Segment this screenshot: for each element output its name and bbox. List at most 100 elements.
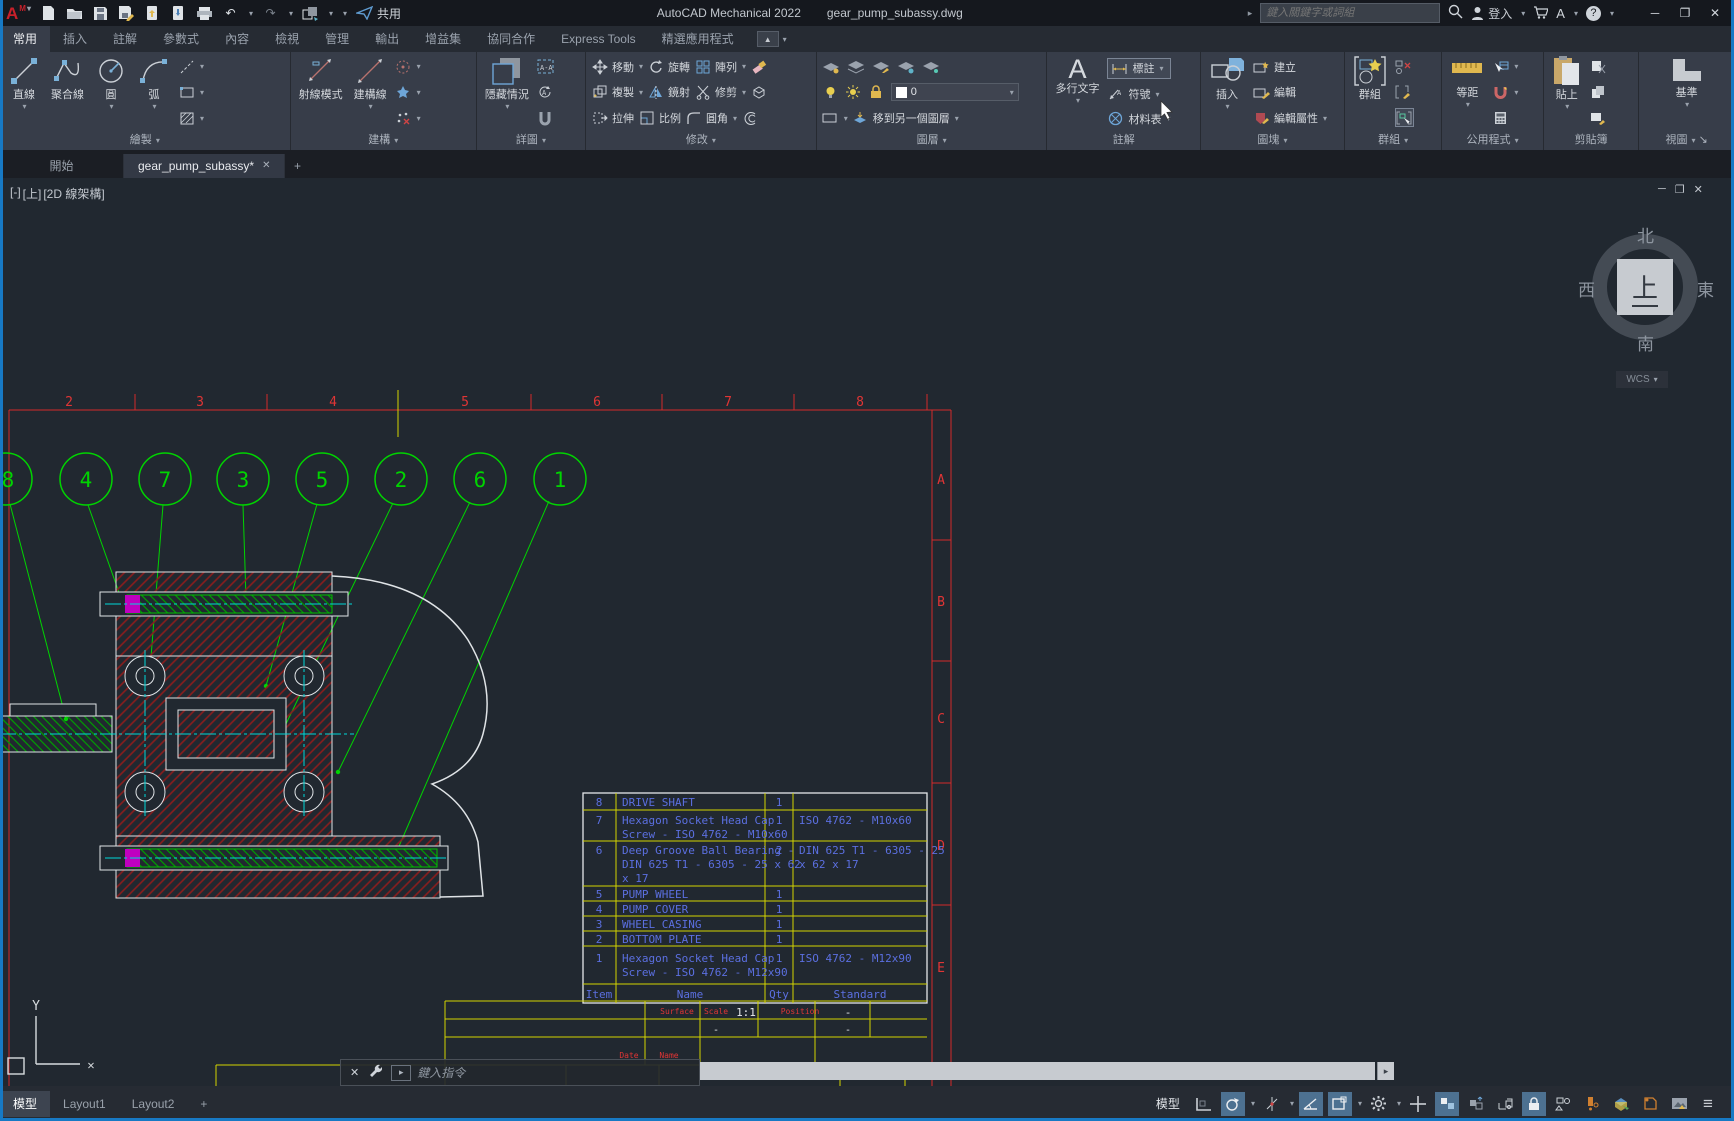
ribbon-tab-output[interactable]: 輸出 [362,26,412,52]
scale-button[interactable]: 比例 [638,110,681,127]
app-store-button[interactable] [1533,5,1548,22]
section-view-button[interactable]: A-A [537,58,554,75]
layer-freeze-button[interactable] [897,58,914,75]
layer-lock-icon[interactable] [868,84,885,101]
rectangle-button[interactable]: ▾ [178,84,204,101]
redo-caret-icon[interactable]: ▾ [289,9,293,18]
edit-attributes-button[interactable]: 編輯屬性▾ [1253,110,1327,127]
layer-isolate-button[interactable] [822,110,839,127]
viewcube-top-face[interactable]: 上 [1617,259,1673,315]
annotation-scale-button[interactable] [1464,1092,1488,1116]
save-button[interactable] [92,5,109,22]
horizontal-scrollbar-thumb[interactable] [700,1062,1375,1080]
move-to-layer-button[interactable]: 移到另一個圖層 [873,110,950,126]
layout2-tab[interactable]: Layout2 [119,1091,188,1117]
hide-situation-button[interactable]: 隱藏情況▾ [482,54,532,131]
viewcube-north[interactable]: 北 [1637,222,1654,247]
autodesk-app-button[interactable]: A [1556,6,1565,21]
detail-clip-button[interactable] [537,110,554,127]
wcs-dropdown[interactable]: WCS▾ [1616,371,1668,388]
array-button[interactable]: 陣列▾ [694,58,746,75]
gear-caret-icon[interactable]: ▾ [1397,1099,1401,1108]
share-button[interactable]: 共用 [356,5,401,22]
splash-construction-button[interactable]: ▾ [395,84,421,101]
lock-ui-button[interactable] [1522,1092,1546,1116]
layer-state-button[interactable] [847,58,864,75]
ribbon-tab-annotate[interactable]: 註解 [100,26,150,52]
graphics-performance-button[interactable] [1609,1092,1633,1116]
panel-label-construct[interactable]: 建構 ▾ [291,133,476,150]
cut-button[interactable] [1590,58,1607,75]
viewport-style-button[interactable]: [2D 線架構] [43,185,104,202]
panel-label-groups[interactable]: 群組 ▾ [1345,133,1442,150]
hardware-accel-button[interactable] [1435,1092,1459,1116]
qat-more-button[interactable]: ▾ [343,9,347,18]
viewcube-west[interactable]: 西 [1578,276,1595,301]
ribbon-tab-home[interactable]: 常用 [0,26,50,52]
snap-mode-button[interactable] [1221,1092,1245,1116]
group-button[interactable]: 群組 [1350,54,1390,131]
annotation-monitor-button[interactable] [1580,1092,1604,1116]
polar-caret-icon[interactable]: ▾ [1290,1099,1294,1108]
panel-label-modify[interactable]: 修改 ▾ [586,133,816,150]
viewport-controls[interactable]: [-] [上] [2D 線架構] [10,185,105,202]
undo-button[interactable]: ↶ [222,5,239,22]
snap-caret-icon[interactable]: ▾ [1251,1099,1255,1108]
save-to-web-button[interactable] [170,5,187,22]
layer-properties-button[interactable] [822,58,839,75]
panel-label-layers[interactable]: 圖層 ▾ [817,133,1047,150]
plot-button[interactable] [196,5,213,22]
layout1-tab[interactable]: Layout1 [50,1091,119,1117]
construction-line-mode-button[interactable]: 建構線▾ [351,54,390,131]
grid-display-button[interactable] [1192,1092,1216,1116]
layer-thaw-sun-icon[interactable] [845,84,862,101]
isolate-objects-button[interactable] [1551,1092,1575,1116]
ribbon-tab-parametric[interactable]: 參數式 [150,26,212,52]
viewcube-south[interactable]: 南 [1637,330,1654,355]
panel-label-block[interactable]: 圖塊 ▾ [1201,133,1344,150]
workspace-switch-button[interactable] [302,5,319,22]
ribbon-tab-content[interactable]: 內容 [212,26,262,52]
doc-minimize-button[interactable]: ─ [1658,183,1666,196]
open-from-web-button[interactable] [144,5,161,22]
layer-on-bulb-icon[interactable] [822,84,839,101]
panel-label-annotate[interactable]: 註解 [1047,133,1200,150]
base-view-button[interactable]: 基準▾ [1666,54,1708,131]
circle-button[interactable]: 圓▾ [92,54,130,131]
ribbon-tab-manage[interactable]: 管理 [312,26,362,52]
search-button[interactable] [1448,4,1463,22]
model-tab[interactable]: 模型 [0,1091,50,1117]
redo-button[interactable]: ↷ [262,5,279,22]
command-input[interactable]: ▸ 鍵入指令 [391,1064,690,1081]
viewport-menu-button[interactable]: [-] [10,185,21,202]
panel-label-detail[interactable]: 詳圖 ▾ [477,133,585,150]
customization-menu-button[interactable]: ≡ [1696,1092,1720,1116]
ortho-mode-button[interactable] [1299,1092,1323,1116]
stretch-button[interactable]: 拉伸 [591,110,634,127]
paste-button[interactable]: 貼上▾ [1549,54,1585,131]
doc-close-button[interactable]: ✕ [1694,183,1703,196]
insert-block-button[interactable]: 插入▾ [1206,54,1248,131]
move-button[interactable]: 移動▾ [591,58,643,75]
ribbon-tab-addins[interactable]: 增益集 [412,26,474,52]
file-tab-start[interactable]: 開始 [0,154,124,178]
file-tab-document[interactable]: gear_pump_subassy* ✕ [124,154,285,178]
workspace-caret-icon[interactable]: ▾ [329,9,333,18]
scrollbar-right-arrow[interactable]: ▸ [1377,1062,1394,1080]
polar-tracking-button[interactable] [1260,1092,1284,1116]
dimension-button[interactable]: 標註▾ [1107,58,1170,79]
clean-screen-button[interactable] [1667,1092,1691,1116]
model-paper-toggle[interactable]: 模型 [1149,1092,1187,1116]
group-edit-button[interactable] [1395,83,1412,100]
mirror-button[interactable]: 鏡射 [647,84,690,101]
polyline-button[interactable]: 聚合線 [48,54,87,131]
help-button[interactable]: ? [1586,6,1601,21]
new-file-button[interactable] [40,5,57,22]
ribbon-tab-collaborate[interactable]: 協同合作 [474,26,548,52]
ray-mode-button[interactable]: 射線模式 [296,54,346,131]
command-close-button[interactable]: ✕ [350,1066,359,1079]
hatch-button[interactable]: ▾ [178,110,204,127]
panel-label-views[interactable]: 視圖 ▾ ↘ [1639,133,1734,150]
mtext-button[interactable]: A A 多行文字▾ [1052,54,1102,131]
trim-button[interactable]: 修剪▾ [694,84,746,101]
